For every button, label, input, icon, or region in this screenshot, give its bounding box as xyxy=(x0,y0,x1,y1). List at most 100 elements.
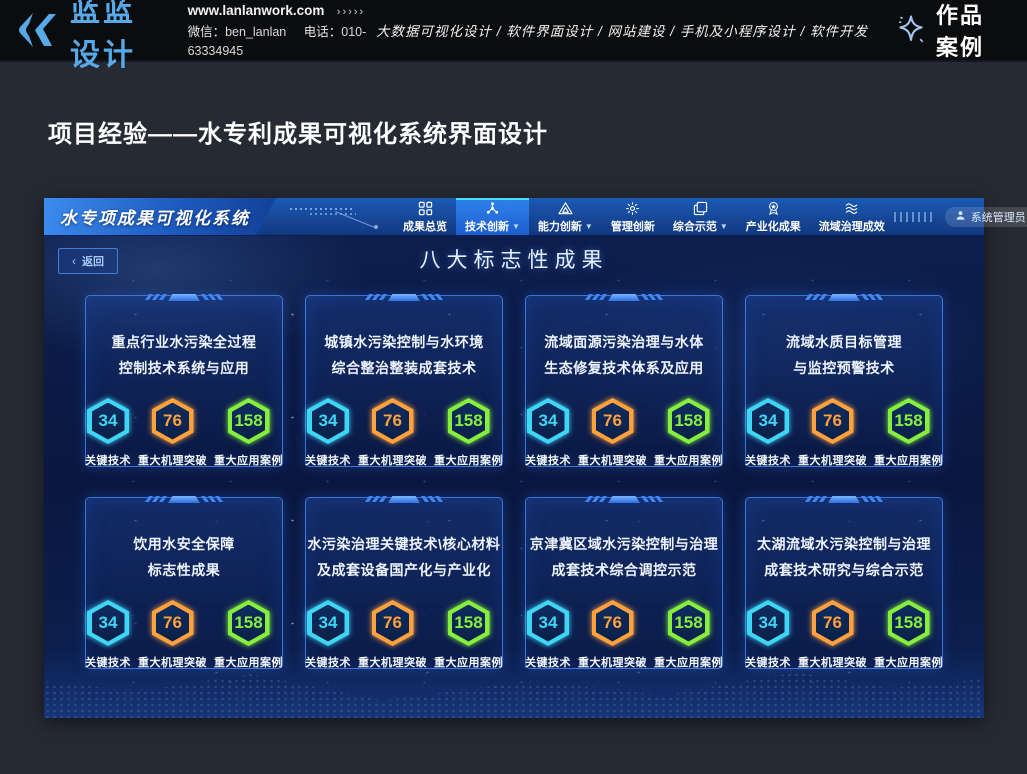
wechat-label: 微信： xyxy=(188,25,226,39)
stat-badge: 34 关键技术 xyxy=(85,600,131,670)
badge-label: 重大机理突破 xyxy=(358,452,427,468)
badge-row: 34 关键技术 76 重大机理突破 158 重大应用案例 xyxy=(525,600,723,670)
badge-value: 34 xyxy=(99,411,118,431)
badge-value: 158 xyxy=(454,613,482,633)
badge-label: 重大应用案例 xyxy=(654,654,723,670)
badge-value: 158 xyxy=(894,411,922,431)
badge-label: 重大应用案例 xyxy=(214,654,283,670)
card-title-line2: 成套技术综合调控示范 xyxy=(552,557,697,583)
hexagon-icon: 76 xyxy=(152,398,194,444)
nav-item-3[interactable]: 能力创新 ▼ xyxy=(529,198,602,235)
card-title-line1: 水污染治理关键技术\核心材料 xyxy=(308,531,501,557)
hexagon-icon: 34 xyxy=(747,398,789,444)
contact-line: 微信：ben_lanlan 电话：010-63334945 xyxy=(188,23,376,61)
badge-value: 158 xyxy=(234,411,262,431)
admin-label: 系统管理员 xyxy=(971,209,1026,225)
badge-row: 34 关键技术 76 重大机理突破 158 重大应用案例 xyxy=(85,398,283,468)
nav-item-7[interactable]: 流域治理成效 xyxy=(810,198,894,235)
card-title-line2: 标志性成果 xyxy=(148,557,221,583)
badge-label: 重大机理突破 xyxy=(578,452,647,468)
nav-item-1[interactable]: 成果总览 xyxy=(394,198,456,235)
waves-icon xyxy=(844,201,859,216)
lanlan-logo-icon xyxy=(16,10,60,50)
stat-badge: 158 重大应用案例 xyxy=(654,398,723,468)
nav-item-5[interactable]: 综合示范 ▼ xyxy=(664,198,737,235)
badge-value: 76 xyxy=(383,411,402,431)
achievement-card-5[interactable]: 饮用水安全保障 标志性成果 34 关键技术 76 重大机理突破 xyxy=(85,497,283,669)
nav-item-6[interactable]: 产业化成果 xyxy=(737,198,810,235)
badge-row: 34 关键技术 76 重大机理突破 158 重大应用案例 xyxy=(305,600,503,670)
website-link[interactable]: www.lanlanwork.com xyxy=(188,3,325,18)
achievement-card-4[interactable]: 流域水质目标管理 与监控预警技术 34 关键技术 76 重大机理突破 xyxy=(745,295,943,467)
nav-item-2[interactable]: 技术创新 ▼ xyxy=(456,198,529,235)
stat-badge: 76 重大机理突破 xyxy=(358,398,427,468)
badge-value: 158 xyxy=(674,613,702,633)
stat-badge: 158 重大应用案例 xyxy=(434,600,503,670)
badge-value: 76 xyxy=(163,613,182,633)
admin-user-button[interactable]: 系统管理员 xyxy=(945,207,1027,227)
achievement-card-6[interactable]: 水污染治理关键技术\核心材料 及成套设备国产化与产业化 34 关键技术 76 重… xyxy=(305,497,503,669)
achievement-card-3[interactable]: 流域面源污染治理与水体 生态修复技术体系及应用 34 关键技术 76 重大机理突… xyxy=(525,295,723,467)
badge-row: 34 关键技术 76 重大机理突破 158 重大应用案例 xyxy=(525,398,723,468)
stat-badge: 76 重大机理突破 xyxy=(358,600,427,670)
badge-value: 76 xyxy=(823,411,842,431)
brand[interactable]: 蓝蓝设计 xyxy=(16,0,166,74)
hexagon-icon: 76 xyxy=(812,398,854,444)
hexagon-icon: 158 xyxy=(448,600,490,646)
badge-value: 158 xyxy=(234,613,262,633)
nav-item-4[interactable]: 管理创新 xyxy=(602,198,664,235)
hexagon-icon: 34 xyxy=(527,398,569,444)
achievement-card-7[interactable]: 京津冀区域水污染控制与治理 成套技术综合调控示范 34 关键技术 76 重大机理… xyxy=(525,497,723,669)
badge-row: 34 关键技术 76 重大机理突破 158 重大应用案例 xyxy=(745,600,943,670)
card-title-line1: 太湖流域水污染控制与治理 xyxy=(757,531,931,557)
system-title: 水专项成果可视化系统 xyxy=(44,198,276,235)
badge-label: 关键技术 xyxy=(85,654,131,670)
stat-badge: 34 关键技术 xyxy=(745,600,791,670)
dashboard-screenshot: 水专项成果可视化系统 成果总览 技术创新 ▼ 能力创新 ▼ 管理创新 xyxy=(44,198,984,718)
badge-value: 34 xyxy=(319,411,338,431)
back-button[interactable]: ‹ 返回 xyxy=(58,248,118,274)
badge-value: 76 xyxy=(383,613,402,633)
card-title-line2: 控制技术系统与应用 xyxy=(119,355,250,381)
card-title-line1: 饮用水安全保障 xyxy=(133,531,235,557)
brand-name: 蓝蓝设计 xyxy=(70,0,166,74)
stat-badge: 34 关键技术 xyxy=(745,398,791,468)
hexagon-icon: 158 xyxy=(668,398,710,444)
achievement-card-1[interactable]: 重点行业水污染全过程 控制技术系统与应用 34 关键技术 76 重大机理突破 xyxy=(85,295,283,467)
stat-badge: 76 重大机理突破 xyxy=(138,398,207,468)
badge-value: 76 xyxy=(603,613,622,633)
stat-badge: 34 关键技术 xyxy=(85,398,131,468)
hexagon-icon: 158 xyxy=(228,398,270,444)
stat-badge: 76 重大机理突破 xyxy=(138,600,207,670)
achievement-card-2[interactable]: 城镇水污染控制与水环境 综合整治整装成套技术 34 关键技术 76 重大机理突破 xyxy=(305,295,503,467)
badge-label: 关键技术 xyxy=(305,452,351,468)
molecule-icon xyxy=(485,201,500,216)
stat-badge: 34 关键技术 xyxy=(525,600,571,670)
badge-label: 重大应用案例 xyxy=(874,452,943,468)
card-title-line1: 重点行业水污染全过程 xyxy=(112,329,257,355)
dashboard-nav: 水专项成果可视化系统 成果总览 技术创新 ▼ 能力创新 ▼ 管理创新 xyxy=(44,198,984,236)
badge-value: 34 xyxy=(539,411,558,431)
stat-badge: 34 关键技术 xyxy=(525,398,571,468)
badge-value: 158 xyxy=(674,411,702,431)
stat-badge: 76 重大机理突破 xyxy=(578,398,647,468)
hexagon-icon: 158 xyxy=(668,600,710,646)
circuit-decor xyxy=(276,198,394,235)
stat-badge: 34 关键技术 xyxy=(305,398,351,468)
arrow-decor: ››››› xyxy=(337,6,365,18)
badge-value: 158 xyxy=(454,411,482,431)
badge-value: 76 xyxy=(823,613,842,633)
badge-value: 76 xyxy=(163,411,182,431)
card-top-emblem xyxy=(587,294,661,302)
badge-value: 34 xyxy=(759,411,778,431)
badge-label: 重大应用案例 xyxy=(434,654,503,670)
portfolio-button[interactable]: 作品案例 xyxy=(894,0,1005,62)
badge-label: 重大机理突破 xyxy=(578,654,647,670)
stat-badge: 34 关键技术 xyxy=(305,600,351,670)
hexagon-icon: 34 xyxy=(307,600,349,646)
badge-label: 重大机理突破 xyxy=(798,452,867,468)
achievement-card-8[interactable]: 太湖流域水污染控制与治理 成套技术研究与综合示范 34 关键技术 76 重大机理… xyxy=(745,497,943,669)
stat-badge: 158 重大应用案例 xyxy=(434,398,503,468)
badge-label: 重大机理突破 xyxy=(798,654,867,670)
badge-label: 关键技术 xyxy=(745,654,791,670)
